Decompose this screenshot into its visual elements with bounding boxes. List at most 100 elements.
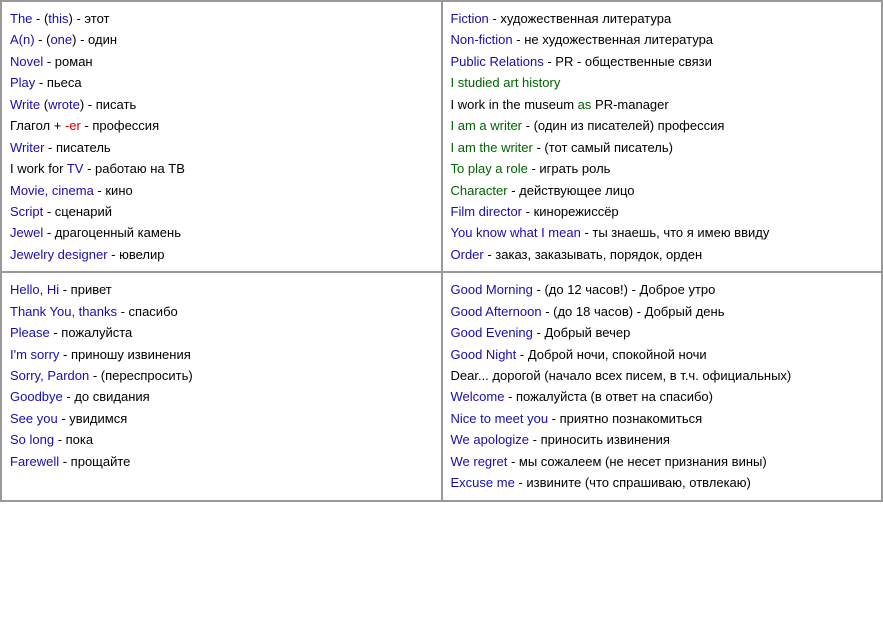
vocabulary-line: Character - действующее лицо <box>451 180 874 201</box>
cell-top-left: The - (this) - этотA(n) - (one) - одинNo… <box>1 1 442 272</box>
vocabulary-text: - писатель <box>44 140 110 155</box>
vocabulary-text: - привет <box>59 282 112 297</box>
vocabulary-text: Character <box>451 183 508 198</box>
vocabulary-text: Dear... <box>451 368 489 383</box>
vocabulary-line: Goodbye - до свидания <box>10 386 433 407</box>
vocabulary-text: - (до 18 часов) - Добрый день <box>542 304 725 319</box>
vocabulary-text: - ( <box>32 11 48 26</box>
vocabulary-line: Welcome - пожалуйста (в ответ на спасибо… <box>451 386 874 407</box>
vocabulary-line: I am a writer - (один из писателей) проф… <box>451 115 874 136</box>
vocabulary-text: - до свидания <box>63 389 150 404</box>
vocabulary-text: - (переспросить) <box>89 368 192 383</box>
vocabulary-text: - (один из писателей) профессия <box>522 118 724 133</box>
vocabulary-text: Глагол + <box>10 118 65 133</box>
vocabulary-text: the museum <box>499 97 578 112</box>
vocabulary-text: - драгоценный камень <box>43 225 181 240</box>
vocabulary-line: Farewell - прощайте <box>10 451 433 472</box>
vocabulary-line: Fiction - художественная литература <box>451 8 874 29</box>
vocabulary-line: You know what I mean - ты знаешь, что я … <box>451 222 874 243</box>
vocabulary-text: Good Evening <box>451 325 533 340</box>
vocabulary-text: - сценарий <box>43 204 112 219</box>
vocabulary-line: We apologize - приносить извинения <box>451 429 874 450</box>
vocabulary-line: Dear... дорогой (начало всех писем, в т.… <box>451 365 874 386</box>
vocabulary-line: Public Relations - PR - общественные свя… <box>451 51 874 72</box>
vocabulary-text: - приносить извинения <box>529 432 670 447</box>
vocabulary-text: See you <box>10 411 58 426</box>
vocabulary-text: Fiction <box>451 11 489 26</box>
vocabulary-text: Farewell <box>10 454 59 469</box>
vocabulary-text: To play a role <box>451 161 528 176</box>
vocabulary-text: - PR - общественные связи <box>544 54 712 69</box>
vocabulary-text: - пьеса <box>35 75 81 90</box>
vocabulary-text: A(n) <box>10 32 35 47</box>
vocabulary-line: I work for TV - работаю на ТВ <box>10 158 433 179</box>
vocabulary-text: this <box>48 11 68 26</box>
vocabulary-line: Sorry, Pardon - (переспросить) <box>10 365 433 386</box>
vocabulary-text: - ты знаешь, что я имею ввиду <box>581 225 770 240</box>
vocabulary-text: - прощайте <box>59 454 130 469</box>
vocabulary-text: - мы сожалеем (не несет признания вины) <box>507 454 766 469</box>
vocabulary-text: - Доброй ночи, спокойной ночи <box>516 347 706 362</box>
vocabulary-text: дорогой (начало всех писем, в т.ч. офици… <box>489 368 791 383</box>
vocabulary-text: Write <box>10 97 40 112</box>
vocabulary-text: Jewel <box>10 225 43 240</box>
vocabulary-text: - пока <box>54 432 93 447</box>
vocabulary-text: as <box>578 97 592 112</box>
vocabulary-text: - (до 12 часов!) - Доброе утро <box>533 282 716 297</box>
vocabulary-text: - профессия <box>81 118 159 133</box>
vocabulary-line: Thank You, thanks - спасибо <box>10 301 433 322</box>
vocabulary-text: - спасибо <box>117 304 178 319</box>
vocabulary-text: You know what I mean <box>451 225 581 240</box>
vocabulary-line: Глагол + -er - профессия <box>10 115 433 136</box>
vocabulary-text: - ( <box>35 32 51 47</box>
vocabulary-line: The - (this) - этот <box>10 8 433 29</box>
vocabulary-text: Please <box>10 325 50 340</box>
vocabulary-text: We apologize <box>451 432 530 447</box>
vocabulary-line: Novel - роман <box>10 51 433 72</box>
cell-top-right: Fiction - художественная литератураNon-f… <box>442 1 883 272</box>
vocabulary-text: - приятно познакомиться <box>548 411 702 426</box>
vocabulary-text: I'm sorry <box>10 347 59 362</box>
vocabulary-text: Welcome <box>451 389 505 404</box>
vocabulary-text: ) - этот <box>69 11 110 26</box>
vocabulary-text: - увидимся <box>58 411 128 426</box>
vocabulary-text: Good Afternoon <box>451 304 542 319</box>
vocabulary-text: PR-manager <box>591 97 668 112</box>
vocabulary-text: Play <box>10 75 35 90</box>
vocabulary-text: Writer <box>10 140 44 155</box>
vocabulary-line: Good Morning - (до 12 часов!) - Доброе у… <box>451 279 874 300</box>
vocabulary-line: Nice to meet you - приятно познакомиться <box>451 408 874 429</box>
vocabulary-text: Order <box>451 247 484 262</box>
vocabulary-text: Good Morning <box>451 282 533 297</box>
cell-bottom-left: Hello, Hi - привет Thank You, thanks - сп… <box>1 272 442 500</box>
vocabulary-text: I am a writer <box>451 118 523 133</box>
vocabulary-text: -er <box>65 118 81 133</box>
vocabulary-text: - пожалуйста <box>50 325 133 340</box>
vocabulary-line: A(n) - (one) - один <box>10 29 433 50</box>
vocabulary-text: Hello, Hi <box>10 282 59 297</box>
vocabulary-text: - не художественная литература <box>513 32 713 47</box>
vocabulary-text: I work in <box>451 97 499 112</box>
vocabulary-line: Writer - писатель <box>10 137 433 158</box>
vocabulary-text: Goodbye <box>10 389 63 404</box>
vocabulary-text: ) - писать <box>80 97 136 112</box>
vocabulary-text: one <box>50 32 72 47</box>
vocabulary-text: Thank You, thanks <box>10 304 117 319</box>
vocabulary-text: - работаю на ТВ <box>83 161 184 176</box>
vocabulary-text: Sorry, Pardon <box>10 368 89 383</box>
vocabulary-text: Novel <box>10 54 43 69</box>
vocabulary-text: - приношу извинения <box>59 347 190 362</box>
vocabulary-text: - действующее лицо <box>508 183 635 198</box>
vocabulary-text: Jewelry designer <box>10 247 108 262</box>
vocabulary-text: So long <box>10 432 54 447</box>
vocabulary-text: ( <box>40 97 48 112</box>
vocabulary-text: - художественная литература <box>489 11 671 26</box>
vocabulary-text: The <box>10 11 32 26</box>
vocabulary-table: The - (this) - этотA(n) - (one) - одинNo… <box>0 0 883 502</box>
vocabulary-line: So long - пока <box>10 429 433 450</box>
vocabulary-line: Please - пожалуйста <box>10 322 433 343</box>
vocabulary-text: - извините (что спрашиваю, отвлекаю) <box>515 475 751 490</box>
vocabulary-text: - ювелир <box>108 247 165 262</box>
vocabulary-text: wrote <box>48 97 80 112</box>
vocabulary-text: TV <box>67 161 84 176</box>
